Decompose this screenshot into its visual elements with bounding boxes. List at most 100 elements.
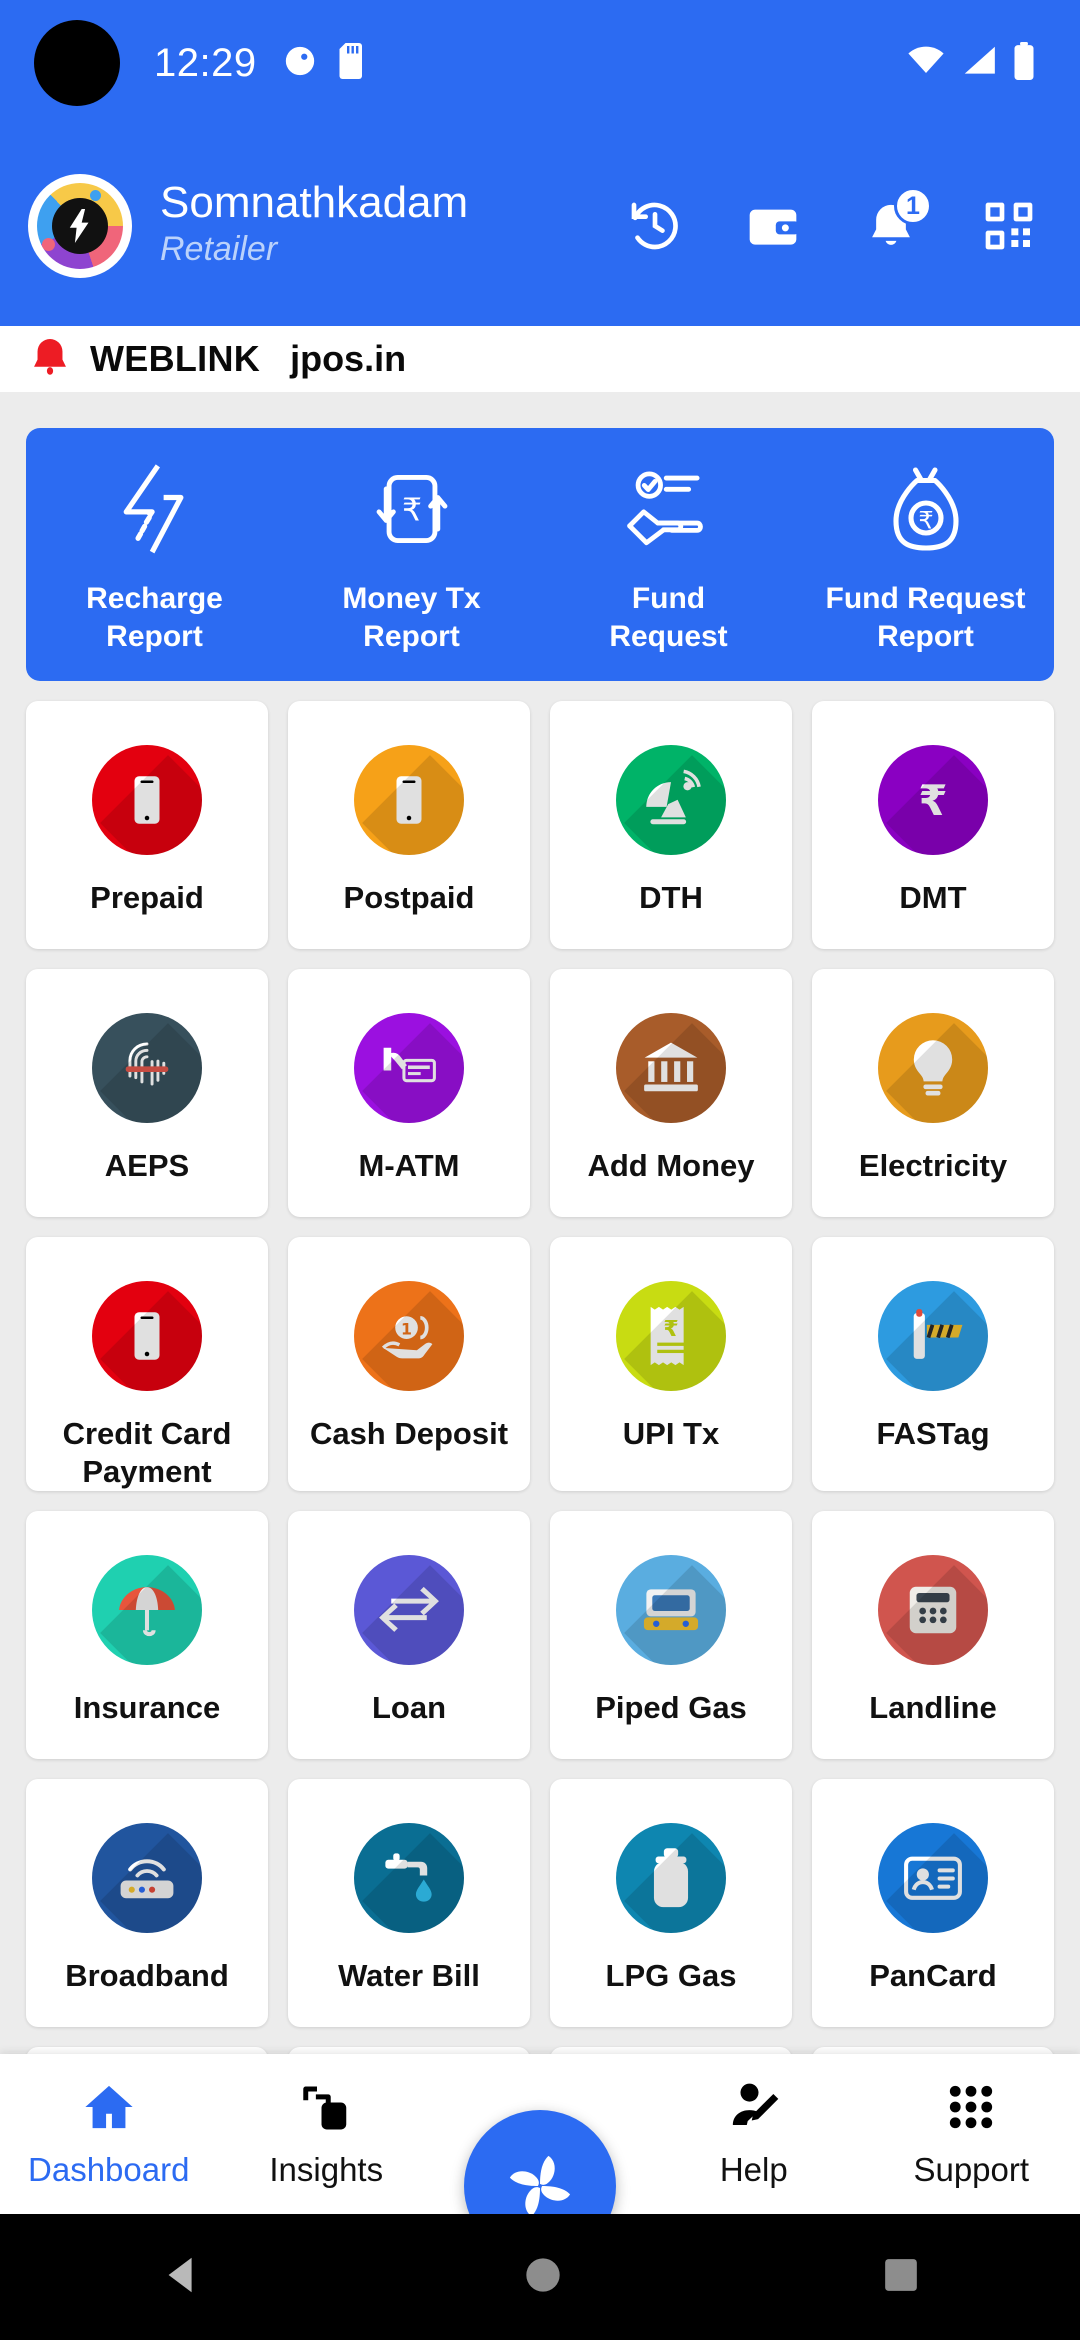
bell-icon xyxy=(28,335,72,384)
gas-cylinder-icon xyxy=(616,1822,726,1933)
quick-action-label: Fund Request Report xyxy=(825,582,1026,653)
svg-text:₹: ₹ xyxy=(401,492,421,528)
nav-item-insights[interactable]: Insights xyxy=(218,2080,436,2189)
service-tile[interactable]: LPG Gas xyxy=(550,1778,792,2027)
service-tile[interactable]: PanCard xyxy=(812,1778,1054,2027)
light-bulb-icon xyxy=(878,1013,988,1123)
service-tile-label: FASTag xyxy=(876,1416,990,1451)
app-header: Somnathkadam Retailer 1 xyxy=(0,126,1080,326)
service-tile[interactable]: AEPS xyxy=(26,969,268,1217)
avatar[interactable] xyxy=(28,174,132,278)
avatar-dot-blue xyxy=(90,190,101,201)
toll-barrier-icon xyxy=(878,1281,988,1391)
content-scroll-area[interactable]: Recharge Report ₹ Money Tx Report Fund R… xyxy=(0,392,1080,2340)
user-name: Somnathkadam xyxy=(160,177,469,227)
notification-bell-icon[interactable]: 1 xyxy=(860,187,932,257)
exchange-arrows-icon xyxy=(354,1554,464,1665)
id-card-icon xyxy=(878,1822,988,1933)
do-not-disturb-icon xyxy=(283,44,317,83)
nav-label: Insights xyxy=(269,2150,384,2188)
user-role: Retailer xyxy=(160,230,278,269)
card-swipe-icon xyxy=(354,1013,464,1123)
signal-icon xyxy=(960,45,998,82)
service-tile-label: DMT xyxy=(899,880,967,915)
service-tile[interactable]: ₹ DMT xyxy=(812,701,1054,949)
status-bar: 12:29 xyxy=(0,0,1080,126)
service-tile[interactable]: FASTag xyxy=(812,1237,1054,1491)
phone-screen: 12:29 Somnathkadam Retailer 1 WEBLINK jp… xyxy=(0,0,1080,2340)
notification-badge: 1 xyxy=(894,187,932,225)
back-triangle-icon[interactable] xyxy=(159,2252,205,2303)
weblink-bar[interactable]: WEBLINK jpos.in xyxy=(0,326,1080,392)
mobile-icon xyxy=(354,745,464,855)
service-tile[interactable]: Electricity xyxy=(812,969,1054,1217)
lightning-bolt-icon xyxy=(116,454,194,564)
avatar-dot-pink xyxy=(42,238,55,251)
history-icon[interactable] xyxy=(624,195,686,257)
service-tile[interactable]: Add Money xyxy=(550,969,792,1217)
home-circle-icon[interactable] xyxy=(523,2255,563,2300)
service-tile-label: M-ATM xyxy=(358,1148,460,1183)
service-tile-label: Prepaid xyxy=(90,880,204,915)
service-tile[interactable]: Piped Gas xyxy=(550,1510,792,1759)
fingerprint-scan-icon xyxy=(92,1013,202,1123)
header-actions: 1 xyxy=(624,187,1052,257)
service-tile[interactable]: DTH xyxy=(550,701,792,949)
quick-action-fund-request[interactable]: Fund Request xyxy=(540,454,797,655)
service-tile-label: UPI Tx xyxy=(622,1416,720,1451)
wifi-icon xyxy=(906,45,946,82)
service-tile-label: Credit Card Payment xyxy=(62,1416,232,1489)
service-tile[interactable]: Landline xyxy=(812,1510,1054,1759)
nav-item-help[interactable]: Help xyxy=(645,2080,863,2189)
service-tile[interactable]: Broadband xyxy=(26,1778,268,2027)
quick-action-money-tx-report[interactable]: ₹ Money Tx Report xyxy=(283,454,540,655)
qr-scan-icon[interactable] xyxy=(978,195,1040,257)
quick-action-fund-request-report[interactable]: ₹ Fund Request Report xyxy=(797,454,1054,655)
service-tile[interactable]: M-ATM xyxy=(288,969,530,1217)
quick-action-label: Recharge Report xyxy=(86,582,223,653)
money-transfer-icon: ₹ xyxy=(369,454,455,564)
bank-icon xyxy=(616,1013,726,1123)
service-tile[interactable]: 1 Cash Deposit xyxy=(288,1237,530,1491)
service-tile-label: Water Bill xyxy=(338,1957,480,1993)
service-tile-label: PanCard xyxy=(869,1957,997,1993)
wallet-icon[interactable] xyxy=(742,195,804,257)
camera-punch-hole xyxy=(34,20,120,106)
service-tile-label: AEPS xyxy=(104,1148,190,1183)
service-tile-label: Landline xyxy=(869,1689,997,1725)
telephone-icon xyxy=(878,1554,988,1665)
gas-stove-icon xyxy=(616,1554,726,1665)
service-tile[interactable]: Prepaid xyxy=(26,701,268,949)
router-icon xyxy=(92,1822,202,1933)
service-tile[interactable]: Water Bill xyxy=(288,1778,530,2027)
service-tile-label: Loan xyxy=(371,1689,447,1725)
receipt-icon: ₹ xyxy=(616,1281,726,1391)
nav-label: Support xyxy=(913,2150,1030,2188)
recents-square-icon[interactable] xyxy=(881,2255,921,2300)
grid-apps-icon xyxy=(944,2080,998,2139)
service-tile-label: Insurance xyxy=(73,1689,221,1725)
user-edit-icon xyxy=(727,2080,781,2139)
service-tile-label: Broadband xyxy=(65,1957,229,1993)
service-tile-label: Postpaid xyxy=(343,880,475,915)
avatar-core xyxy=(52,198,108,254)
cash-hand-icon: 1 xyxy=(354,1281,464,1391)
service-tile[interactable]: Insurance xyxy=(26,1510,268,1759)
hand-check-icon xyxy=(624,454,714,564)
nav-item-dashboard[interactable]: Dashboard xyxy=(0,2080,218,2189)
service-tile-label: Piped Gas xyxy=(595,1689,747,1725)
service-tile[interactable]: ₹ UPI Tx xyxy=(550,1237,792,1491)
service-tile[interactable]: Postpaid xyxy=(288,701,530,949)
quick-action-recharge-report[interactable]: Recharge Report xyxy=(26,454,283,655)
svg-text:₹: ₹ xyxy=(918,507,933,535)
mobile-icon xyxy=(92,745,202,855)
satellite-dish-icon xyxy=(616,745,726,855)
nav-item-support[interactable]: Support xyxy=(863,2080,1080,2189)
weblink-url[interactable]: jpos.in xyxy=(290,338,406,380)
service-tile-label: Cash Deposit xyxy=(309,1416,509,1451)
service-tile[interactable]: Credit Card Payment xyxy=(26,1237,268,1491)
status-left-icons xyxy=(283,42,367,84)
service-tile[interactable]: Loan xyxy=(288,1510,530,1759)
status-time: 12:29 xyxy=(154,40,257,85)
header-user-block: Somnathkadam Retailer xyxy=(160,177,469,273)
